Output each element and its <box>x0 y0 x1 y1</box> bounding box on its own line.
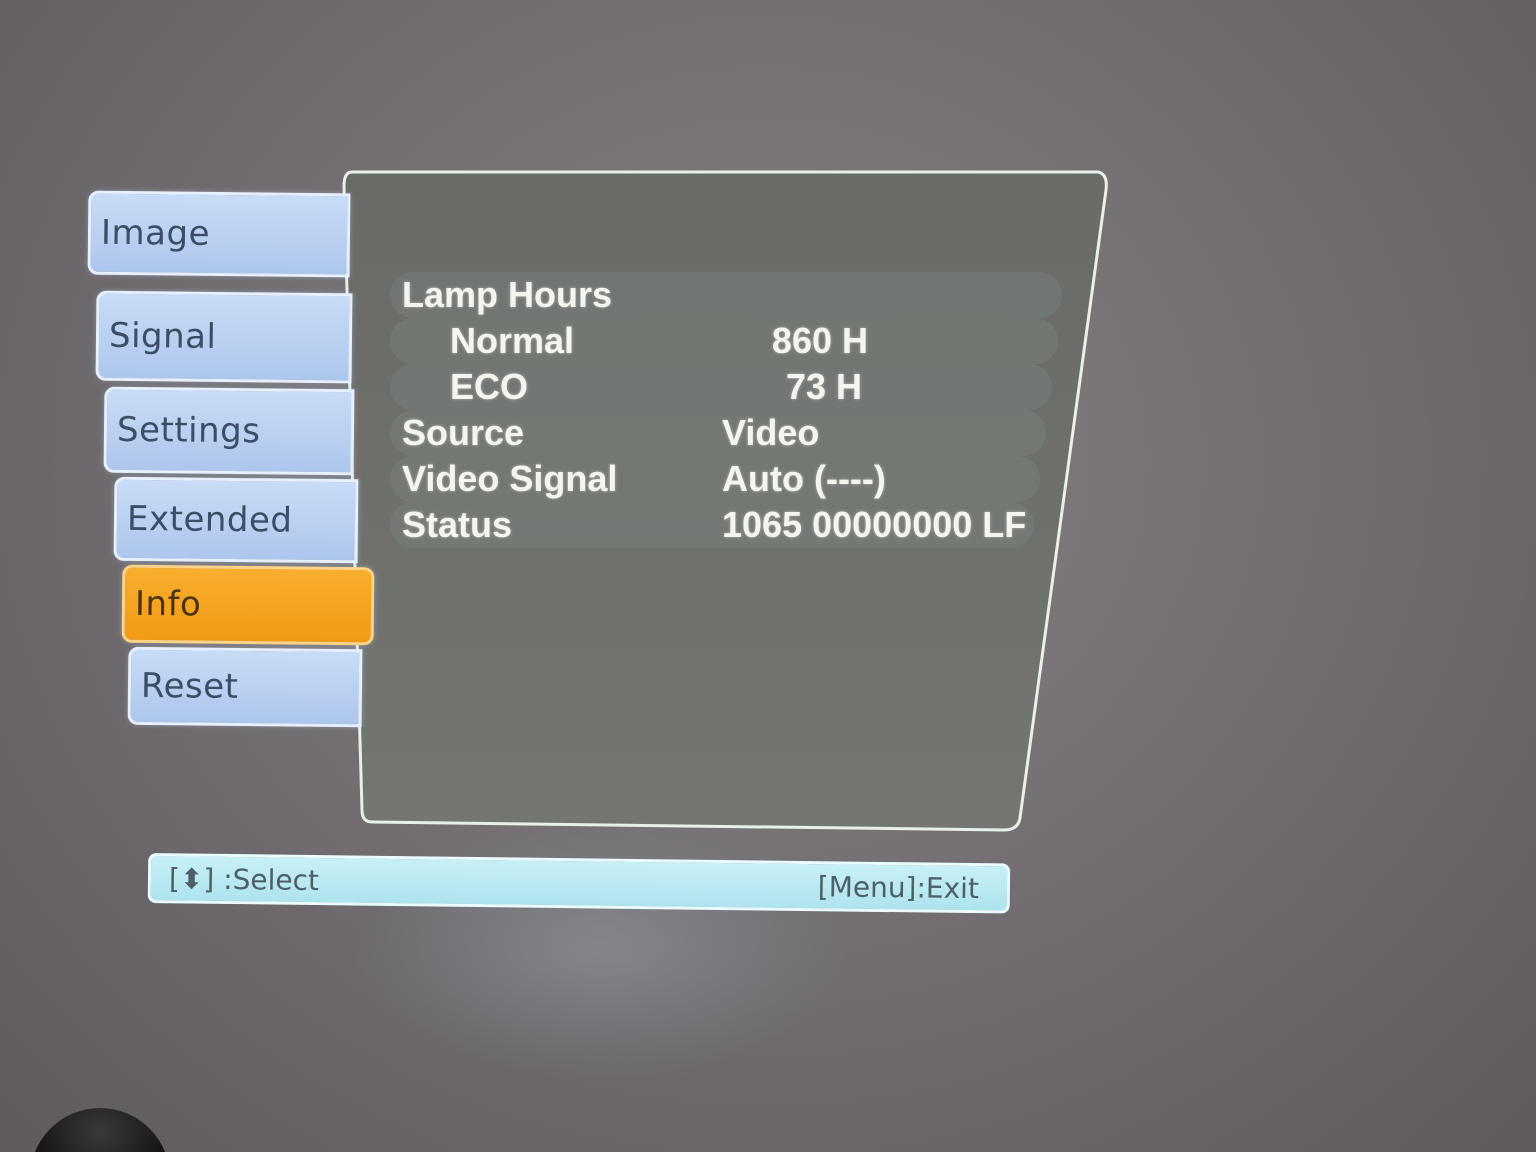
tab-info-label: Info <box>134 583 202 625</box>
exit-hint: [Menu]:Exit <box>817 870 980 906</box>
source-value: Video <box>722 412 820 453</box>
tab-image[interactable]: Image <box>87 190 351 278</box>
eco-value: 73 H <box>785 366 862 407</box>
status-label: Status <box>402 504 513 545</box>
tab-image-label: Image <box>100 212 211 254</box>
tab-signal-label: Signal <box>108 315 217 357</box>
tab-reset[interactable]: Reset <box>127 646 363 728</box>
row-video-signal: Video Signal Auto (----) <box>390 456 1040 502</box>
tab-signal[interactable]: Signal <box>95 290 353 384</box>
row-source: Source Video <box>390 410 1046 456</box>
video-signal-value: Auto (----) <box>722 458 886 499</box>
tab-settings[interactable]: Settings <box>103 386 355 476</box>
row-eco: ECO 73 H <box>390 364 1052 410</box>
row-lamp-hours: Lamp Hours <box>390 272 1062 318</box>
row-status: Status 1065 00000000 LF <box>390 502 1034 548</box>
tab-extended[interactable]: Extended <box>113 476 359 564</box>
tab-extended-label: Extended <box>126 498 293 541</box>
tab-settings-label: Settings <box>116 409 261 452</box>
normal-value: 860 H <box>771 320 868 361</box>
status-value: 1065 00000000 LF <box>722 504 1027 545</box>
video-signal-label: Video Signal <box>402 458 618 499</box>
select-hint: [⬍] :Select <box>168 862 320 898</box>
lamp-hours-label: Lamp Hours <box>402 274 613 315</box>
projector-lens <box>30 1108 170 1152</box>
tab-info[interactable]: Info <box>121 564 375 646</box>
eco-label: ECO <box>450 366 529 407</box>
tab-reset-label: Reset <box>140 665 239 707</box>
normal-label: Normal <box>450 320 575 361</box>
info-list: Lamp Hours Normal 860 H ECO 73 H Source … <box>390 272 1062 548</box>
source-label: Source <box>402 412 525 453</box>
footer-hint-bar: [⬍] :Select [Menu]:Exit <box>147 853 1011 914</box>
row-normal: Normal 860 H <box>390 318 1058 364</box>
